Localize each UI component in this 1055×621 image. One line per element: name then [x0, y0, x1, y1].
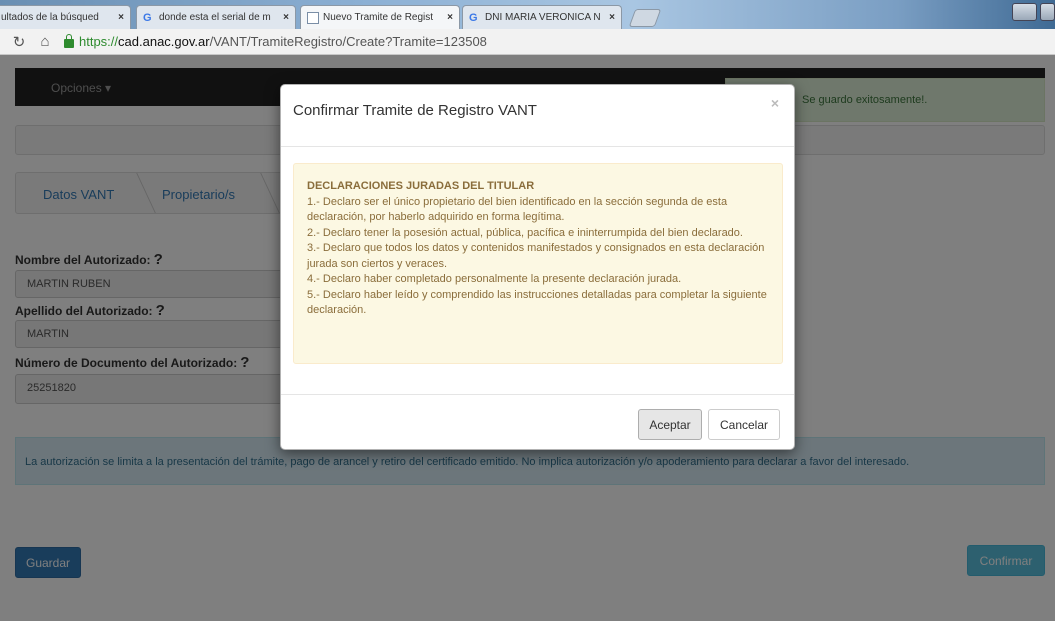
confirm-modal: Confirmar Tramite de Registro VANT × DEC… — [280, 84, 795, 450]
cancelar-button[interactable]: Cancelar — [708, 409, 780, 440]
minimize-window-button[interactable] — [1012, 3, 1037, 21]
aceptar-button[interactable]: Aceptar — [638, 409, 702, 440]
tab-label: Nuevo Tramite de Regist — [323, 12, 434, 23]
declaration-item: 5.- Declaro haber leído y comprendido la… — [307, 288, 767, 317]
declaration-item: 3.- Declaro que todos los datos y conten… — [307, 242, 765, 270]
browser-tab[interactable]: G DNI MARIA VERONICA N × — [462, 5, 622, 29]
modal-title: Confirmar Tramite de Registro VANT — [293, 102, 537, 119]
home-icon[interactable]: ⌂ — [38, 33, 52, 50]
document-icon — [307, 11, 319, 24]
lock-icon — [64, 34, 74, 48]
new-tab-button[interactable] — [628, 9, 662, 27]
declaration-item: 1.- Declaro ser el único propietario del… — [307, 195, 728, 224]
tab-label: ultados de la búsqued — [1, 12, 99, 23]
declaration-item: 4.- Declaro haber completado personalmen… — [307, 273, 682, 285]
tab-close-icon[interactable]: × — [447, 12, 453, 23]
tab-close-icon[interactable]: × — [283, 12, 289, 23]
browser-tab-active[interactable]: Nuevo Tramite de Regist × — [300, 5, 460, 29]
declarations-box: DECLARACIONES JURADAS DEL TITULAR 1.- De… — [293, 163, 783, 364]
modal-header: Confirmar Tramite de Registro VANT × — [281, 85, 794, 147]
close-icon[interactable]: × — [771, 95, 779, 111]
google-icon: G — [143, 11, 152, 24]
browser-tab[interactable]: G donde esta el serial de m × — [136, 5, 296, 29]
declaration-item: 2.- Declaro tener la posesión actual, pú… — [307, 226, 743, 239]
modal-footer: Aceptar Cancelar — [281, 394, 794, 451]
tab-close-icon[interactable]: × — [118, 12, 124, 23]
browser-toolbar: ↻ ⌂ https://cad.anac.gov.ar/VANT/Tramite… — [0, 29, 1055, 55]
browser-tab-bar: ultados de la búsqued × G donde esta el … — [0, 0, 1055, 29]
url-host: cad.anac.gov.ar — [118, 34, 210, 49]
url-path: /VANT/TramiteRegistro/Create?Tramite=123… — [209, 34, 487, 49]
tab-label: DNI MARIA VERONICA N — [485, 12, 601, 23]
google-icon: G — [469, 11, 478, 24]
maximize-window-button[interactable] — [1040, 3, 1055, 21]
browser-tab[interactable]: ultados de la búsqued × — [0, 5, 131, 29]
address-bar[interactable]: https://cad.anac.gov.ar/VANT/TramiteRegi… — [79, 34, 487, 49]
reload-icon[interactable]: ↻ — [12, 33, 26, 51]
tab-close-icon[interactable]: × — [609, 12, 615, 23]
declarations-title: DECLARACIONES JURADAS DEL TITULAR — [307, 180, 535, 192]
tab-label: donde esta el serial de m — [159, 12, 271, 23]
url-scheme: https:// — [79, 34, 119, 49]
